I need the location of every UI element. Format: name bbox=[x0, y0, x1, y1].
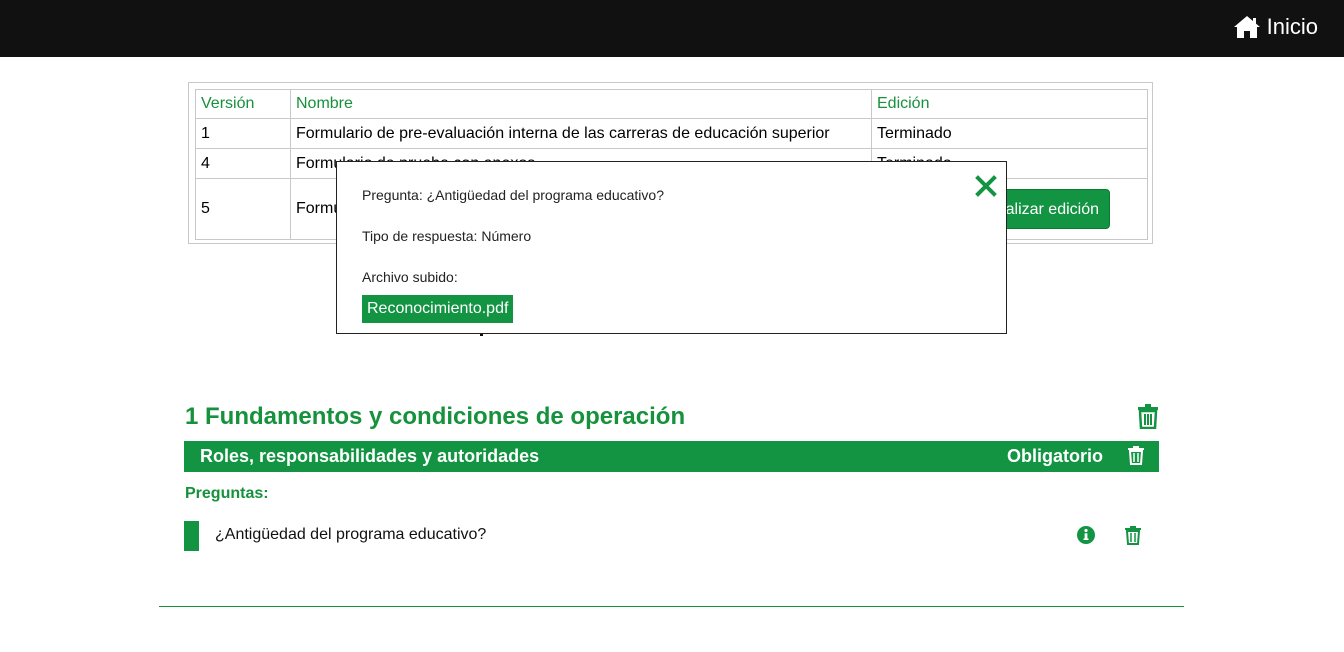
questions-label: Preguntas: bbox=[185, 485, 269, 502]
question-text: ¿Antigüedad del programa educativo? bbox=[215, 526, 487, 543]
home-link[interactable]: Inicio bbox=[1233, 14, 1318, 40]
modal-file-label: Archivo subido: bbox=[362, 269, 458, 285]
subsection-title: Roles, responsabilidades y autoridades bbox=[200, 446, 540, 466]
modal-answer-type: Tipo de respuesta: Número bbox=[362, 228, 532, 244]
question-detail-modal: Pregunta: ¿Antigüedad del programa educa… bbox=[336, 161, 1007, 334]
delete-subsection-icon[interactable] bbox=[1128, 446, 1144, 465]
subsection-header: Roles, responsabilidades y autoridades O… bbox=[184, 441, 1159, 472]
name-cell: Formulario de pre-evaluación interna de … bbox=[290, 118, 872, 149]
edition-cell: Terminado bbox=[871, 118, 1148, 149]
top-navbar: Inicio bbox=[0, 0, 1344, 57]
column-header-name: Nombre bbox=[290, 89, 872, 119]
info-icon[interactable] bbox=[1077, 526, 1095, 544]
home-icon bbox=[1233, 16, 1260, 38]
delete-question-icon[interactable] bbox=[1125, 526, 1141, 545]
table-row: 1 Formulario de pre-evaluación interna d… bbox=[195, 118, 1148, 149]
question-marker bbox=[184, 521, 199, 551]
version-cell: 5 bbox=[195, 178, 291, 240]
required-label: Obligatorio bbox=[1007, 446, 1103, 466]
modal-question: Pregunta: ¿Antigüedad del programa educa… bbox=[362, 187, 664, 203]
home-label: Inicio bbox=[1266, 14, 1318, 39]
column-header-edition: Edición bbox=[871, 89, 1148, 119]
close-icon[interactable] bbox=[975, 175, 997, 197]
version-cell: 4 bbox=[195, 148, 291, 179]
section-title: 1 Fundamentos y condiciones de operación bbox=[185, 403, 686, 430]
delete-section-icon[interactable] bbox=[1137, 404, 1159, 429]
section-divider bbox=[159, 606, 1184, 607]
version-cell: 1 bbox=[195, 118, 291, 149]
column-header-version: Versión bbox=[195, 89, 291, 119]
uploaded-file-link[interactable]: Reconocimiento.pdf bbox=[362, 295, 514, 323]
